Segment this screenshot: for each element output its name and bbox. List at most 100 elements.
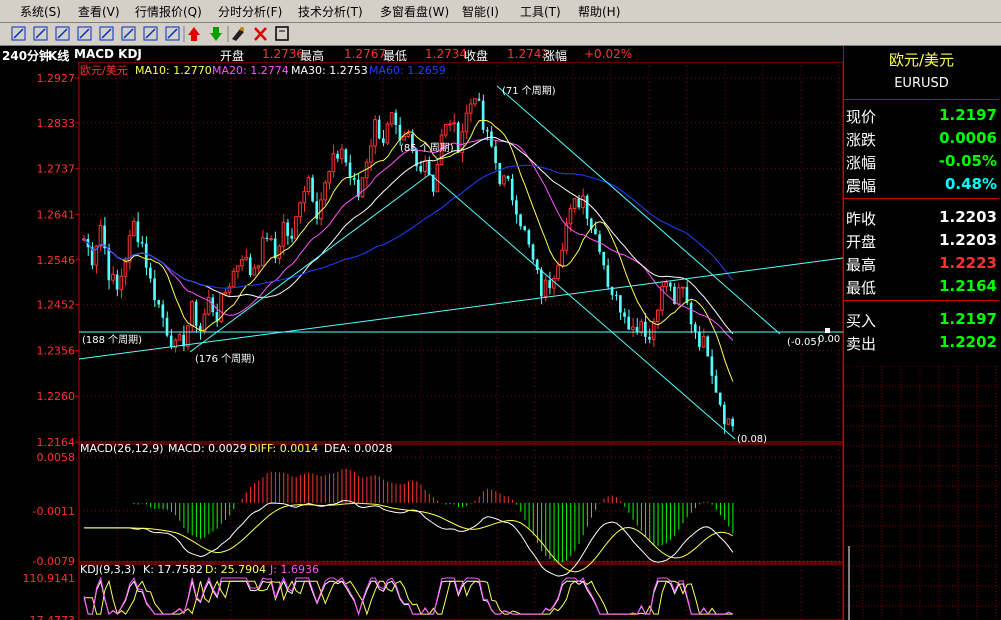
text-tool-icon[interactable] (165, 26, 180, 41)
quote-row: 涨跌 0.0006 (844, 127, 999, 150)
drawing-toolbar (0, 23, 1001, 46)
brush-icon[interactable] (232, 27, 244, 41)
parallel-tool-icon[interactable] (55, 26, 70, 41)
price-tick: 1.2833 (37, 117, 76, 130)
candle (448, 119, 452, 131)
quote-label: 涨幅 (846, 154, 877, 172)
candle (190, 299, 194, 332)
low-value: 1.2734 (425, 47, 467, 61)
channel-tool-icon[interactable] (77, 26, 92, 41)
quote-row: 震幅 0.48% (844, 173, 999, 196)
candle (336, 150, 339, 162)
candle (523, 225, 527, 232)
candle (360, 177, 365, 199)
quote-row: 卖出 1.2202 (844, 331, 999, 354)
candle (423, 155, 427, 178)
menu-view[interactable]: 查看(V) (78, 3, 120, 20)
quote-row: 涨幅 -0.05% (844, 150, 999, 173)
candle (472, 98, 477, 107)
menu-smart[interactable]: 智能(I) (462, 3, 499, 20)
candle (273, 231, 277, 264)
candle (136, 212, 140, 248)
menu-technical[interactable]: 技术分析(T) (298, 3, 363, 20)
candle (506, 175, 510, 182)
delete-icon[interactable] (254, 27, 267, 41)
candle (456, 121, 460, 153)
legend-ma10: MA10: 1.2770 (135, 64, 212, 77)
menu-multiwindow[interactable]: 多窗看盘(W) (380, 3, 449, 20)
menu-system[interactable]: 系统(S) (20, 3, 61, 20)
quote-label: 最高 (846, 256, 877, 274)
trend-line[interactable] (189, 173, 431, 353)
fibonacci-tool-icon[interactable] (121, 26, 136, 41)
kdj-tick: 110.9141 (23, 572, 76, 585)
menu-help[interactable]: 帮助(H) (578, 3, 620, 20)
candle (198, 322, 202, 340)
candle (614, 290, 618, 301)
trend-handle[interactable] (825, 328, 830, 333)
quote-code: EURUSD (894, 76, 949, 91)
candle (344, 148, 348, 167)
macd-tick: -0.0011 (33, 505, 75, 518)
candle (385, 121, 390, 146)
kdj-legend-name: KDJ(9,3,3) (80, 563, 136, 576)
candle (182, 325, 185, 352)
candle (323, 180, 327, 206)
chart-area[interactable]: 1.2927 1.2833 1.2737 1.2641 1.2546 1.2452 1.23… (0, 62, 843, 620)
candle (331, 144, 336, 178)
screenshot-icon[interactable] (275, 26, 289, 41)
candle (302, 185, 307, 212)
candle (144, 236, 148, 276)
macd-tick: 0.0058 (37, 451, 76, 464)
quote-value: 1.2223 (939, 254, 997, 272)
rect-tool-icon[interactable] (33, 26, 48, 41)
annotation-008: (0.08) (737, 434, 767, 445)
kdj-legend-d: D: 25.7904 (205, 563, 266, 576)
quote-value: 1.2197 (939, 106, 997, 124)
annotation-71: (71 个周期) (502, 85, 556, 97)
candle (498, 162, 502, 187)
indicator-label[interactable]: MACD KDJ (74, 47, 142, 61)
candle (531, 243, 535, 263)
candle (510, 173, 514, 206)
candle (639, 318, 643, 337)
line-tool-icon[interactable] (11, 26, 26, 41)
candle (689, 300, 693, 334)
menu-intraday[interactable]: 分时分析(F) (218, 3, 282, 20)
candle (389, 112, 394, 128)
up-arrow-icon[interactable] (188, 27, 200, 41)
candle (443, 123, 448, 138)
menu-quotes[interactable]: 行情报价(Q) (135, 3, 202, 20)
candle (244, 248, 248, 261)
open-value: 1.2736 (262, 47, 304, 61)
candle (710, 349, 714, 385)
candle (306, 175, 311, 195)
gann-tool-icon[interactable] (143, 26, 158, 41)
trend-line[interactable] (496, 85, 781, 335)
candle (680, 286, 685, 298)
cycle-tool-icon[interactable] (99, 26, 114, 41)
candle (701, 328, 706, 348)
price-tick: 1.2356 (37, 344, 76, 357)
quote-value: 1.2164 (939, 277, 997, 295)
candle (157, 299, 161, 308)
candle (494, 139, 497, 170)
candle (90, 242, 94, 270)
kdj-legend-j: J: 1.6936 (269, 563, 319, 576)
candle (185, 325, 190, 350)
quote-row: 最高 1.2223 (844, 252, 999, 275)
candle (153, 270, 156, 308)
price-tick: 1.2260 (37, 390, 76, 403)
quote-value: 1.2203 (939, 231, 997, 249)
candle (103, 216, 106, 255)
candle (339, 143, 344, 165)
candle (281, 214, 286, 256)
kdj-tick: -17.4773 (26, 614, 75, 620)
price-tick: 1.2452 (37, 299, 76, 312)
macd-legend-dea: DEA: 0.0028 (324, 442, 392, 455)
down-arrow-icon[interactable] (210, 27, 222, 41)
menu-tools[interactable]: 工具(T) (520, 3, 561, 20)
candle (206, 289, 211, 316)
candle (468, 98, 473, 122)
candle (406, 129, 411, 138)
